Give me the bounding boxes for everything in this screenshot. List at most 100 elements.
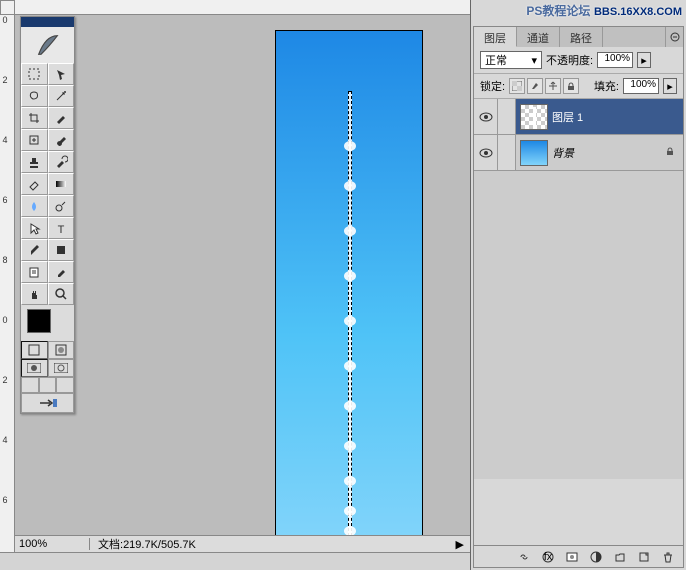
dodge-tool[interactable] [48,195,75,217]
tab-通道[interactable]: 通道 [517,27,560,47]
cloud-puff [344,506,356,516]
status-menu-arrow[interactable]: ▶ [450,538,470,551]
lock-transparency-button[interactable] [509,78,525,94]
gradient-tool[interactable] [48,173,75,195]
layer-row[interactable]: 图层 1 [474,99,683,135]
screen-full-menubar-button[interactable] [48,359,75,377]
tab-图层[interactable]: 图层 [474,27,517,47]
brush-tool[interactable] [48,129,75,151]
new-button[interactable] [633,548,655,566]
opacity-input[interactable]: 100% [597,52,633,68]
crop-tool[interactable] [21,107,48,129]
blend-mode-value: 正常 [485,52,507,68]
layer-thumbnail[interactable] [520,104,548,130]
slice-tool[interactable] [48,107,75,129]
eyedropper-tool[interactable] [48,261,75,283]
mask-button[interactable] [561,548,583,566]
svg-text:fx: fx [544,551,553,563]
lock-paint-button[interactable] [527,78,543,94]
wand-tool[interactable] [48,85,75,107]
path-select-tool[interactable] [21,217,48,239]
blend-mode-select[interactable]: 正常 ▾ [480,51,542,69]
layer-name-label[interactable]: 背景 [552,145,665,161]
visibility-eye-icon[interactable] [474,99,498,134]
fill-arrow-button[interactable]: ▸ [663,78,677,94]
cloud-puff [344,271,356,281]
zoom-tool[interactable] [48,283,75,305]
fill-label: 填充: [594,78,619,94]
history-brush-tool[interactable] [48,151,75,173]
fx-button[interactable]: fx [537,548,559,566]
doc-label: 文档: [98,539,123,551]
document-canvas[interactable] [275,30,423,540]
lock-row: 锁定: 填充: 100% ▸ [474,74,683,99]
horizontal-scrollbar[interactable] [0,552,470,570]
right-panel: PS教程论坛 BBS.16XX8.COM 图层通道路径 正常 ▾ 不透明度: 1… [470,0,686,570]
link-cell[interactable] [498,135,516,170]
opacity-label: 不透明度: [546,52,593,68]
layers-panel-footer: fx [474,545,683,567]
trash-button[interactable] [657,548,679,566]
layer-thumbnail[interactable] [520,140,548,166]
cloud-puff [344,141,356,151]
zoom-level-input[interactable]: 100% [15,538,90,550]
marquee-tool[interactable] [21,63,48,85]
toolbox-panel: T [20,16,75,414]
move-tool[interactable] [48,63,75,85]
marquee-selection [348,91,352,536]
foreground-color-swatch[interactable] [27,309,51,333]
vertical-ruler[interactable]: 024680246 [0,15,15,570]
panel-menu-button[interactable] [665,27,683,47]
lock-label: 锁定: [480,78,505,94]
screen-mode-2[interactable] [39,377,57,393]
status-bar: 100% 文档:219.7K/505.7K ▶ [15,535,470,552]
blur-tool[interactable] [21,195,48,217]
opacity-arrow-button[interactable]: ▸ [637,52,651,68]
pen-tool[interactable] [21,239,48,261]
document-size-info[interactable]: 文档:219.7K/505.7K [90,536,204,552]
blend-mode-row: 正常 ▾ 不透明度: 100% ▸ [474,47,683,74]
screen-mode-3[interactable] [56,377,74,393]
stamp-tool[interactable] [21,151,48,173]
fill-input[interactable]: 100% [623,78,659,94]
cloud-puff [344,226,356,236]
screen-standard-button[interactable] [21,359,48,377]
shape-tool[interactable] [48,239,75,261]
eraser-tool[interactable] [21,173,48,195]
screen-mode-1[interactable] [21,377,39,393]
link-button[interactable] [513,548,535,566]
hand-tool[interactable] [21,283,48,305]
dropdown-arrow-icon: ▾ [531,54,537,67]
layer-row[interactable]: 背景 [474,135,683,171]
cloud-puff [344,361,356,371]
visibility-eye-icon[interactable] [474,135,498,170]
doc-size: 219.7K/505.7K [123,539,196,551]
color-swatches[interactable] [21,305,74,341]
jump-to-imageready-button[interactable] [21,393,74,413]
watermark-text: PS教程论坛 BBS.16XX8.COM [526,2,682,19]
group-button[interactable] [609,548,631,566]
toolbox-titlebar[interactable] [21,17,74,27]
layer-name-label[interactable]: 图层 1 [552,109,683,125]
lasso-tool[interactable] [21,85,48,107]
cloud-puff [344,476,356,486]
link-cell[interactable] [498,99,516,134]
svg-text:T: T [57,224,64,235]
ruler-origin[interactable] [0,0,15,15]
quickmask-mode-button[interactable] [48,341,75,359]
healing-tool[interactable] [21,129,48,151]
type-tool[interactable]: T [48,217,75,239]
layer-list[interactable]: 图层 1 背景 [474,99,683,479]
canvas-workspace[interactable] [15,15,470,535]
adjust-button[interactable] [585,548,607,566]
lock-all-button[interactable] [563,78,579,94]
cloud-puff [344,441,356,451]
standard-mode-button[interactable] [21,341,48,359]
notes-tool[interactable] [21,261,48,283]
tab-路径[interactable]: 路径 [560,27,603,47]
app-logo-feather [21,27,74,63]
lock-position-button[interactable] [545,78,561,94]
panel-tabs: 图层通道路径 [474,27,683,47]
cloud-puff [344,316,356,326]
cloud-puff [344,181,356,191]
